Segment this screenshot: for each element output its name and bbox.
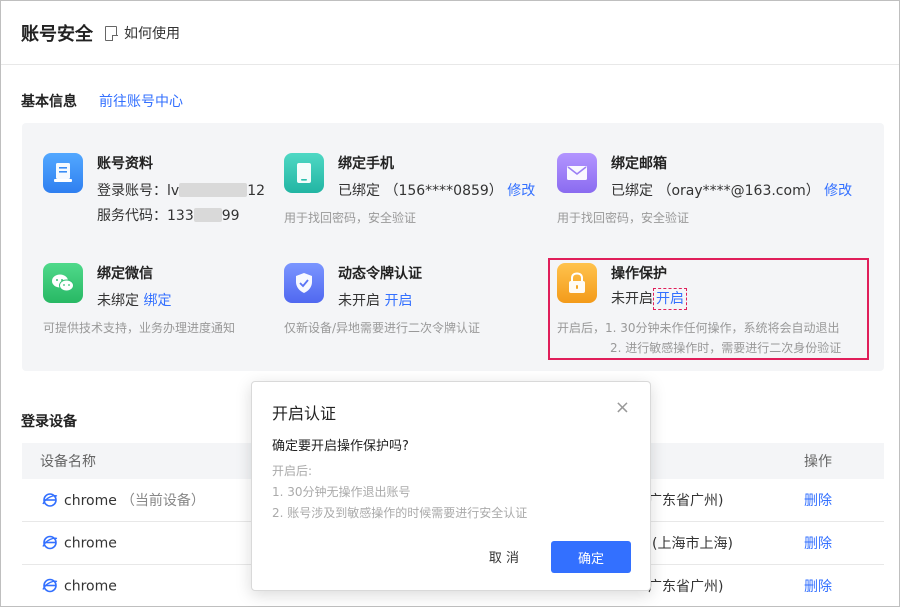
email-desc: 用于找回密码，安全验证	[557, 211, 690, 225]
email-icon	[557, 153, 597, 193]
basic-info-label: 基本信息	[21, 94, 77, 110]
help-label: 如何使用	[124, 26, 180, 42]
page-title: 账号安全	[21, 24, 93, 45]
phone-desc: 用于找回密码，安全验证	[284, 211, 417, 225]
device-name: chrome	[64, 493, 117, 509]
device-location: (上海市上海)	[652, 536, 733, 552]
token-status-line: 未开启 开启	[338, 290, 412, 310]
card-bind-wechat: 绑定微信 未绑定 绑定 可提供技术支持，业务办理进度通知	[43, 263, 283, 338]
card-bind-email: 绑定邮箱 已绑定 （oray****@163.com） 修改 用于找回密码，安全…	[557, 153, 877, 228]
wechat-status: 未绑定	[97, 293, 139, 309]
top-bar: 账号安全 如何使用	[1, 1, 899, 65]
phone-status-line: 已绑定 （156****0859） 修改	[338, 180, 535, 200]
browser-icon	[42, 493, 58, 507]
service-code-prefix: 133	[167, 208, 194, 224]
masked-text	[193, 208, 222, 222]
wechat-name: 绑定微信	[97, 266, 153, 282]
card-account-profile: 账号资料 登录账号：lv 12 服务代码：133 99	[43, 153, 283, 225]
device-location: 广东省广州)	[648, 579, 724, 595]
confirm-button[interactable]: 确定	[551, 541, 631, 573]
email-status-line: 已绑定 （oray****@163.com） 修改	[611, 180, 852, 200]
masked-text	[179, 183, 248, 197]
login-account-label: 登录账号：	[97, 183, 167, 199]
dialog-line-3: 2. 账号涉及到敏感操作的时候需要进行安全认证	[272, 506, 528, 520]
login-account-prefix: lv	[167, 183, 180, 199]
column-header-action: 操作	[804, 454, 832, 470]
email-modify-link[interactable]: 修改	[824, 183, 852, 199]
enable-auth-dialog: 开启认证 × 确定要开启操作保护吗? 开启后: 1. 30分钟无操作退出账号 2…	[251, 381, 651, 591]
browser-icon	[42, 578, 58, 593]
email-name: 绑定邮箱	[611, 156, 667, 172]
account-center-link[interactable]: 前往账号中心	[99, 91, 183, 111]
browser-icon	[42, 535, 58, 550]
profile-name: 账号资料	[97, 156, 153, 172]
document-icon	[105, 25, 118, 41]
phone-value: （156****0859）	[384, 183, 503, 199]
login-account-suffix: 12	[247, 183, 266, 199]
dialog-line-2: 1. 30分钟无操作退出账号	[272, 485, 411, 499]
token-desc: 仅新设备/异地需要进行二次令牌认证	[284, 321, 481, 335]
service-code-suffix: 99	[221, 208, 240, 224]
service-code-line: 服务代码：133 99	[97, 205, 240, 225]
token-status: 未开启	[338, 293, 380, 309]
device-location: 广东省广州)	[648, 493, 724, 509]
column-header-name: 设备名称	[40, 454, 96, 470]
wechat-icon	[43, 263, 83, 303]
wechat-status-line: 未绑定 绑定	[97, 290, 171, 310]
close-icon[interactable]: ×	[615, 398, 630, 418]
card-bind-phone: 绑定手机 已绑定 （156****0859） 修改 用于找回密码，安全验证	[284, 153, 554, 228]
device-note: （当前设备）	[120, 493, 205, 509]
wechat-desc: 可提供技术支持，业务办理进度通知	[43, 321, 236, 335]
card-dynamic-token: 动态令牌认证 未开启 开启 仅新设备/异地需要进行二次令牌认证	[284, 263, 554, 338]
dialog-line-1: 开启后:	[272, 464, 313, 478]
highlight-frame	[548, 258, 869, 360]
wechat-bind-link[interactable]: 绑定	[143, 293, 171, 309]
service-code-label: 服务代码：	[97, 208, 167, 224]
devices-title: 登录设备	[21, 414, 77, 430]
dialog-question: 确定要开启操作保护吗?	[272, 439, 409, 454]
dialog-title: 开启认证	[272, 404, 337, 423]
basic-info-title: 基本信息	[21, 91, 77, 111]
token-enable-link[interactable]: 开启	[384, 293, 412, 309]
device-name-cell: chrome	[42, 535, 117, 552]
shield-icon	[284, 263, 324, 303]
delete-link[interactable]: 删除	[804, 576, 832, 596]
delete-link[interactable]: 删除	[804, 533, 832, 553]
device-name: chrome	[64, 578, 117, 595]
email-status: 已绑定	[611, 183, 653, 199]
device-name: chrome	[64, 535, 117, 552]
page-frame: 账号安全 如何使用 基本信息 前往账号中心 账号资料 登录账号：lv 12 服务代…	[0, 0, 900, 607]
phone-name: 绑定手机	[338, 156, 394, 172]
email-value: （oray****@163.com）	[657, 183, 820, 199]
token-name: 动态令牌认证	[338, 266, 422, 282]
help-link[interactable]: 如何使用	[105, 23, 180, 43]
phone-icon	[284, 153, 324, 193]
delete-link[interactable]: 删除	[804, 490, 832, 510]
profile-icon	[43, 153, 83, 193]
device-name-cell: chrome （当前设备）	[42, 490, 205, 510]
phone-modify-link[interactable]: 修改	[507, 183, 535, 199]
device-name-cell: chrome	[42, 578, 117, 595]
phone-status: 已绑定	[338, 183, 380, 199]
cancel-button[interactable]: 取 消	[474, 541, 534, 571]
login-account-line: 登录账号：lv 12	[97, 180, 265, 200]
